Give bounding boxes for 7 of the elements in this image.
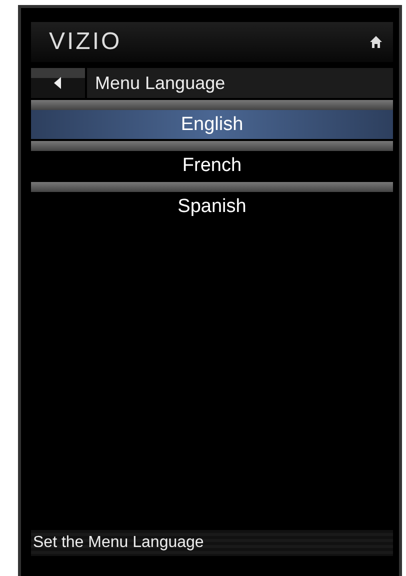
- back-button[interactable]: [31, 68, 85, 98]
- menu-title: Menu Language: [87, 68, 393, 98]
- home-icon[interactable]: [369, 35, 383, 49]
- logo-text: VIZIO: [49, 28, 122, 56]
- menu-item[interactable]: English: [31, 110, 393, 139]
- left-triangle-icon: [54, 77, 62, 89]
- hint-text: Set the Menu Language: [31, 530, 393, 556]
